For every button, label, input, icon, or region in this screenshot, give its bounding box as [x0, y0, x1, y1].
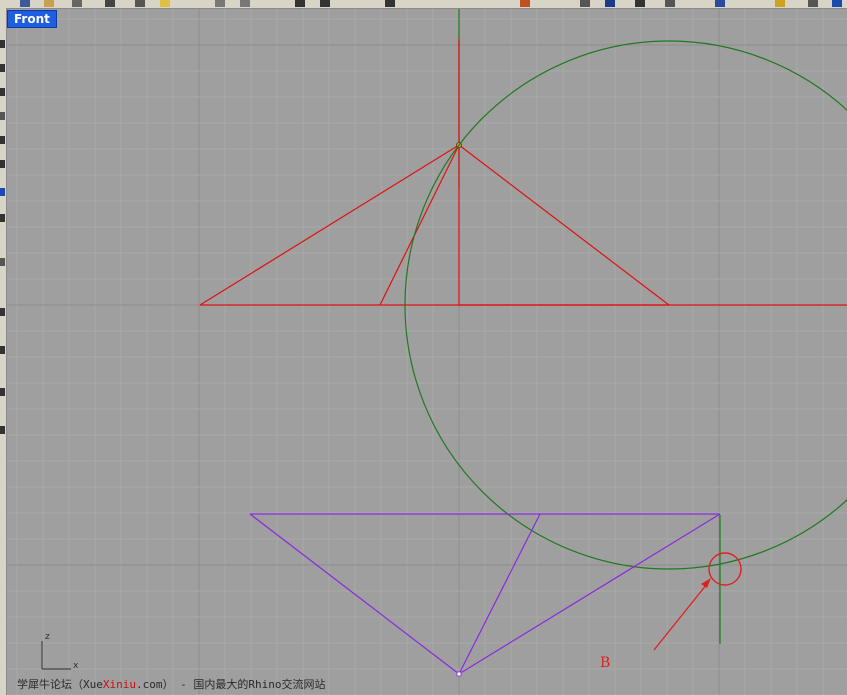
transform-tool-icon[interactable] [0, 308, 5, 316]
zoom-extents-icon[interactable] [385, 0, 395, 7]
sphere-icon[interactable] [715, 0, 725, 7]
grid [7, 9, 847, 695]
viewport-title-label[interactable]: Front [7, 10, 57, 28]
sphere-tool-icon[interactable] [0, 188, 5, 196]
watermark-highlight: Xiniu [102, 678, 136, 691]
left-toolbar [0, 8, 7, 695]
analyze-tool-icon[interactable] [0, 426, 5, 434]
shade-icon[interactable] [635, 0, 645, 7]
curve-tool-icon[interactable] [0, 112, 5, 120]
red-triangle-group [199, 39, 847, 306]
x-axis-label: x [73, 661, 79, 671]
watermark-text: 学犀牛论坛（XueXiniu.com） - 国内最大的Rhino交流网站 [17, 676, 325, 692]
cut-icon[interactable] [135, 0, 145, 7]
folder-icon[interactable] [160, 0, 170, 7]
red-triangle-right-edge [458, 144, 670, 306]
pan-icon[interactable] [215, 0, 225, 7]
help-icon[interactable] [832, 0, 842, 7]
render-icon[interactable] [605, 0, 615, 7]
annotation-arrowhead [701, 578, 711, 588]
dimension-tool-icon[interactable] [0, 388, 5, 396]
rotate-view-icon[interactable] [240, 0, 250, 7]
arc-tool-icon[interactable] [0, 160, 5, 168]
circle-tool-icon[interactable] [0, 136, 5, 144]
purple-apex-point[interactable] [456, 671, 462, 677]
select-tool-icon[interactable] [0, 40, 5, 48]
line-tool-icon[interactable] [0, 88, 5, 96]
save-icon[interactable] [72, 0, 82, 7]
front-viewport[interactable] [7, 9, 847, 695]
annotation-label-b: B [600, 655, 611, 671]
purple-triangle-inner-edge [458, 513, 541, 675]
solid-tool-icon[interactable] [0, 258, 5, 266]
layer-icon[interactable] [520, 0, 530, 7]
material-icon[interactable] [665, 0, 675, 7]
print-icon[interactable] [105, 0, 115, 7]
top-toolbar [0, 0, 847, 9]
open-file-icon[interactable] [44, 0, 54, 7]
surface-tool-icon[interactable] [0, 214, 5, 222]
highlight-circle [708, 552, 742, 586]
z-axis-label: z [45, 632, 50, 642]
properties-icon[interactable] [580, 0, 590, 7]
axis-triad [41, 641, 71, 670]
options-icon[interactable] [808, 0, 818, 7]
new-file-icon[interactable] [20, 0, 30, 7]
zoom-window-icon[interactable] [320, 0, 330, 7]
array-tool-icon[interactable] [0, 346, 5, 354]
point-tool-icon[interactable] [0, 64, 5, 72]
zoom-icon[interactable] [295, 0, 305, 7]
watermark-prefix: 学犀牛论坛（Xue [17, 678, 103, 691]
watermark-suffix: .com） - 国内最大的Rhino交流网站 [136, 678, 326, 691]
sun-icon[interactable] [775, 0, 785, 7]
